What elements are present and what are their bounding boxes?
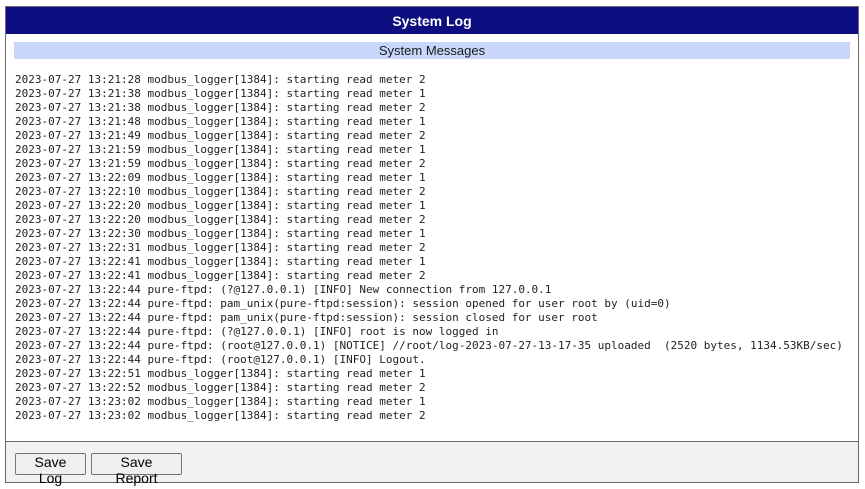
log-line: 2023-07-27 13:21:49 modbus_logger[1384]:… bbox=[15, 129, 426, 142]
log-line: 2023-07-27 13:21:48 modbus_logger[1384]:… bbox=[15, 115, 426, 128]
log-line: 2023-07-27 13:22:44 pure-ftpd: (?@127.0.… bbox=[15, 283, 552, 296]
log-line: 2023-07-27 13:21:38 modbus_logger[1384]:… bbox=[15, 87, 426, 100]
log-line: 2023-07-27 13:22:30 modbus_logger[1384]:… bbox=[15, 227, 426, 240]
log-line: 2023-07-27 13:22:44 pure-ftpd: (root@127… bbox=[15, 339, 843, 352]
log-line: 2023-07-27 13:22:09 modbus_logger[1384]:… bbox=[15, 171, 426, 184]
log-line: 2023-07-27 13:22:10 modbus_logger[1384]:… bbox=[15, 185, 426, 198]
save-log-button[interactable]: Save Log bbox=[15, 453, 86, 486]
log-line: 2023-07-27 13:21:59 modbus_logger[1384]:… bbox=[15, 157, 426, 170]
log-line: 2023-07-27 13:23:02 modbus_logger[1384]:… bbox=[15, 409, 426, 422]
log-line: 2023-07-27 13:21:28 modbus_logger[1384]:… bbox=[15, 73, 426, 86]
log-line: 2023-07-27 13:21:59 modbus_logger[1384]:… bbox=[15, 143, 426, 156]
system-messages-log: 2023-07-27 13:21:28 modbus_logger[1384]:… bbox=[15, 73, 851, 423]
log-line: 2023-07-27 13:22:20 modbus_logger[1384]:… bbox=[15, 213, 426, 226]
log-line: 2023-07-27 13:22:44 pure-ftpd: pam_unix(… bbox=[15, 297, 671, 310]
log-line: 2023-07-27 13:22:41 modbus_logger[1384]:… bbox=[15, 269, 426, 282]
section-header: System Messages bbox=[14, 42, 850, 59]
button-bar: Save Log Save Report bbox=[6, 443, 858, 486]
log-line: 2023-07-27 13:22:31 modbus_logger[1384]:… bbox=[15, 241, 426, 254]
log-line: 2023-07-27 13:21:38 modbus_logger[1384]:… bbox=[15, 101, 426, 114]
log-line: 2023-07-27 13:22:41 modbus_logger[1384]:… bbox=[15, 255, 426, 268]
log-line: 2023-07-27 13:22:44 pure-ftpd: (?@127.0.… bbox=[15, 325, 499, 338]
log-line: 2023-07-27 13:22:51 modbus_logger[1384]:… bbox=[15, 367, 426, 380]
log-line: 2023-07-27 13:22:20 modbus_logger[1384]:… bbox=[15, 199, 426, 212]
log-content-area: System Messages 2023-07-27 13:21:28 modb… bbox=[6, 37, 858, 442]
log-line: 2023-07-27 13:22:44 pure-ftpd: pam_unix(… bbox=[15, 311, 598, 324]
log-line: 2023-07-27 13:22:52 modbus_logger[1384]:… bbox=[15, 381, 426, 394]
panel-title: System Log bbox=[6, 7, 858, 37]
system-log-panel: System Log System Messages 2023-07-27 13… bbox=[5, 6, 859, 486]
log-line: 2023-07-27 13:22:44 pure-ftpd: (root@127… bbox=[15, 353, 426, 366]
log-line: 2023-07-27 13:23:02 modbus_logger[1384]:… bbox=[15, 395, 426, 408]
save-report-button[interactable]: Save Report bbox=[91, 453, 182, 486]
